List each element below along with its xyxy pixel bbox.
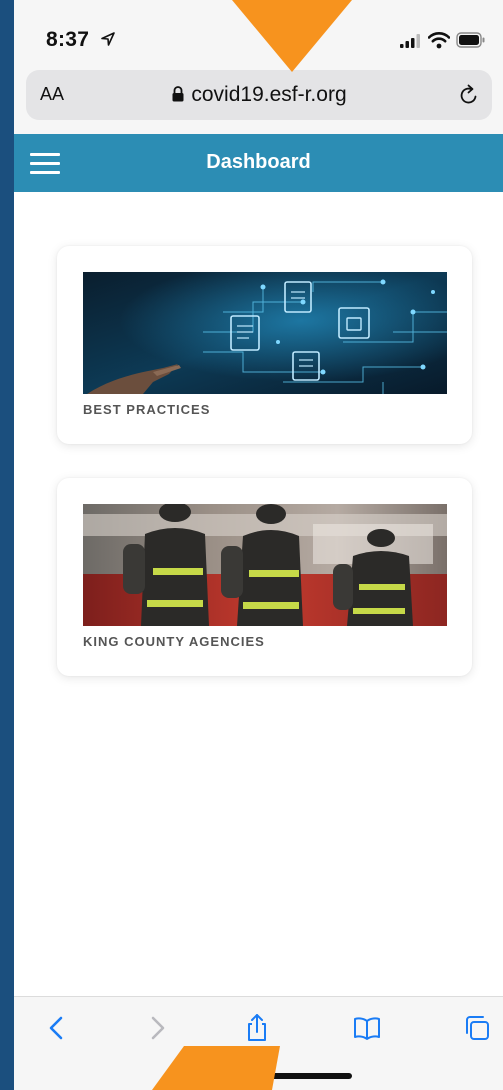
back-icon[interactable] xyxy=(42,1013,72,1043)
page-title: Dashboard xyxy=(206,151,311,173)
card-king-county-agencies[interactable]: KING COUNTY AGENCIES xyxy=(57,478,472,676)
browser-address-area: AA covid19.esf-r.org xyxy=(14,62,503,134)
phone-screen: 8:37 AA covid19.esf-r.org Dashboard BEST… xyxy=(14,0,503,1090)
location-arrow-icon xyxy=(101,32,115,46)
url-display[interactable]: covid19.esf-r.org xyxy=(26,83,492,107)
king-county-agencies-image xyxy=(83,504,447,626)
reload-icon[interactable] xyxy=(458,84,480,106)
dashboard-content: BEST PRACTICES KING COUNTY AGENCIES xyxy=(14,192,503,996)
address-bar[interactable]: AA covid19.esf-r.org xyxy=(26,70,492,120)
forward-icon[interactable] xyxy=(142,1013,172,1043)
tabs-icon[interactable] xyxy=(462,1013,492,1043)
status-time: 8:37 xyxy=(46,28,90,51)
pointer-arrow-top xyxy=(232,0,352,72)
card-best-practices[interactable]: BEST PRACTICES xyxy=(57,246,472,444)
best-practices-image xyxy=(83,272,447,394)
battery-icon xyxy=(456,32,485,48)
lock-icon xyxy=(172,86,184,102)
card-label: KING COUNTY AGENCIES xyxy=(83,634,265,649)
bookmarks-icon[interactable] xyxy=(352,1013,382,1043)
wifi-icon xyxy=(428,32,450,49)
share-icon[interactable] xyxy=(242,1013,272,1043)
pointer-arrow-bottom xyxy=(152,1046,280,1090)
url-text: covid19.esf-r.org xyxy=(191,83,347,106)
cellular-signal-icon xyxy=(400,34,420,48)
card-label: BEST PRACTICES xyxy=(83,402,211,417)
app-header: Dashboard xyxy=(14,134,503,192)
